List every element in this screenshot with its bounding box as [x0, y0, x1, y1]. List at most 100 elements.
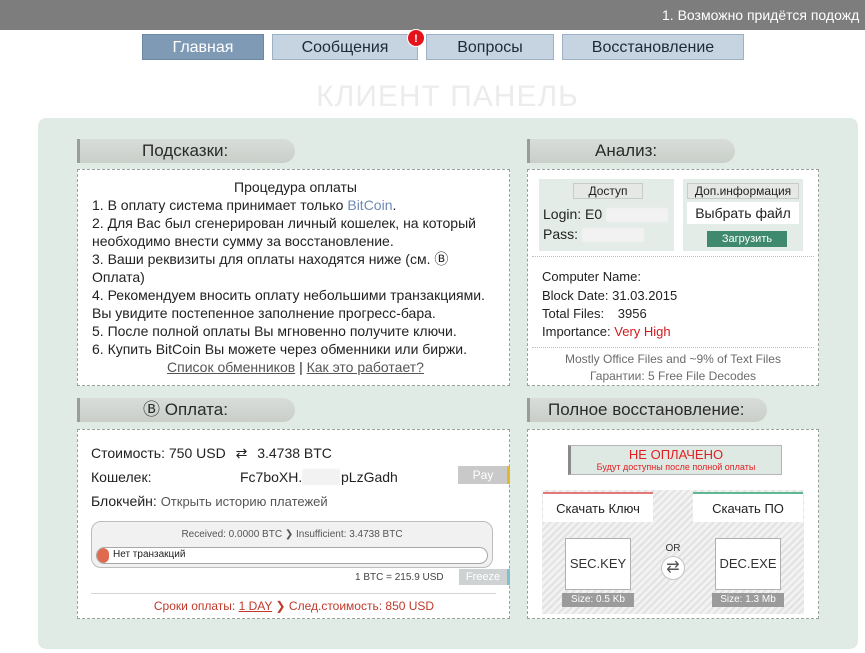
- analysis-divider-2: [532, 347, 814, 348]
- nav-messages-label: Сообщения: [301, 39, 389, 56]
- cost-btc: 3.4738 BTC: [257, 445, 332, 461]
- bitcoin-link[interactable]: BitCoin: [347, 197, 392, 213]
- computer-name-label: Computer Name:: [542, 269, 641, 284]
- pay-button-label: Pay: [472, 468, 494, 482]
- extra-info-head: Доп.информация: [687, 183, 799, 199]
- progress-summary: Received: 0.0000 BTC ❯ Insufficient: 3.4…: [92, 529, 492, 540]
- progress-label: Нет транзакций: [113, 549, 186, 560]
- dec-exe-button[interactable]: DEC.EXE: [715, 538, 781, 590]
- nav-home[interactable]: Главная: [142, 34, 264, 60]
- payment-divider: [91, 593, 496, 594]
- payment-status: НЕ ОПЛАЧЕНО: [628, 447, 724, 462]
- btc-rate: 1 BTC = 215.9 USD: [355, 572, 444, 583]
- sec-key-button[interactable]: SEC.KEY: [565, 538, 631, 590]
- freeze-button[interactable]: Freeze: [459, 569, 507, 585]
- payment-title: Ⓑ Оплата:: [143, 400, 228, 419]
- hint-line-4: 4. Рекомендуем вносить оплату небольшими…: [92, 287, 485, 321]
- hint-line-5: 5. После полной оплаты Вы мгновенно полу…: [92, 323, 457, 339]
- hint-line-1-text: 1. В оплату система принимает только: [92, 197, 348, 213]
- or-label: OR: [665, 543, 681, 554]
- access-block: Доступ Login: E0 Pass:: [539, 179, 674, 251]
- analysis-note-2: Гарантии: 5 Free File Decodes: [589, 369, 757, 383]
- deadline-label: Сроки оплаты:: [153, 599, 236, 613]
- messages-alert-badge: !: [407, 29, 425, 47]
- deadline-value[interactable]: 1 DAY: [239, 599, 273, 613]
- login-value: E0: [585, 206, 603, 222]
- pass-row: Pass:: [543, 226, 644, 243]
- importance-row: Importance: Very High: [542, 324, 671, 339]
- download-exe-label: Скачать ПО: [693, 494, 803, 522]
- hint-line-1-end: .: [392, 197, 397, 213]
- pass-blur: [581, 228, 644, 243]
- links-separator: |: [299, 359, 303, 375]
- importance-value: Very High: [614, 324, 671, 339]
- analysis-title: Анализ:: [595, 141, 658, 160]
- wallet-label: Кошелек:: [91, 469, 152, 485]
- insufficient-value: Insufficient: 3.4738 BTC: [296, 529, 403, 540]
- wallet-blur: [302, 469, 340, 485]
- hint-line-6: 6. Купить BitCoin Вы можете через обменн…: [92, 341, 467, 357]
- chevron-right-icon-2: ❯: [275, 599, 286, 613]
- payment-status-sub: Будут доступны после полной оплаты: [596, 462, 756, 472]
- hints-title: Подсказки:: [142, 141, 229, 160]
- cost-row: Стоимость: 750 USD ⇄ 3.4738 BTC: [91, 445, 332, 462]
- analysis-header: Анализ:: [527, 139, 735, 163]
- analysis-note-1: Mostly Office Files and ~9% of Text File…: [565, 352, 781, 366]
- nav-questions[interactable]: Вопросы: [426, 34, 554, 60]
- ticker-bar: 1. Возможно придётся подожд: [0, 0, 865, 30]
- hint-line-3: 3. Ваши реквизиты для оплаты находятся н…: [92, 251, 449, 285]
- hint-line-1: 1. В оплату система принимает только Bit…: [92, 196, 499, 214]
- exe-size-badge: Size: 1.3 Mb: [712, 593, 784, 607]
- downloads-area: Скачать Ключ SEC.KEY Size: 0.5 Kb OR ⇄ С…: [542, 490, 804, 614]
- total-files-label: Total Files:: [542, 306, 605, 321]
- recovery-header: Полное восстановление:: [527, 398, 767, 422]
- payment-status-banner: НЕ ОПЛАЧЕНО Будут доступны после полной …: [568, 445, 782, 475]
- wallet-part-2: pLzGadh: [341, 469, 398, 485]
- nav-messages[interactable]: Сообщения !: [272, 29, 425, 60]
- next-cost: След.стоимость: 850 USD: [288, 599, 435, 613]
- received-value: Received: 0.0000 BTC: [181, 529, 283, 540]
- block-date-label: Block Date:: [542, 288, 609, 303]
- exchangers-link[interactable]: Список обменников: [167, 359, 295, 375]
- cost-usd: Стоимость: 750 USD: [91, 445, 226, 461]
- payment-header: Ⓑ Оплата:: [77, 398, 295, 422]
- hints-links: Список обменников | Как это работает?: [92, 358, 499, 376]
- pay-button[interactable]: Pay: [458, 466, 508, 484]
- blockchain-label: Блокчейн:: [91, 493, 157, 509]
- block-date-value: 31.03.2015: [612, 288, 678, 303]
- freeze-accent: [507, 569, 510, 585]
- hints-header: Подсказки:: [77, 139, 295, 163]
- key-size-badge: Size: 0.5 Kb: [562, 593, 634, 607]
- how-it-works-link[interactable]: Как это работает?: [307, 359, 424, 375]
- block-date-row: Block Date: 31.03.2015: [542, 288, 677, 303]
- chevron-right-icon: ❯: [284, 529, 294, 540]
- payment-progress: Received: 0.0000 BTC ❯ Insufficient: 3.4…: [91, 521, 493, 568]
- swap-circle-icon: ⇄: [661, 556, 685, 580]
- upload-button[interactable]: Загрузить: [707, 231, 787, 247]
- key-card: Скачать Ключ SEC.KEY Size: 0.5 Kb: [543, 492, 653, 610]
- progress-fill: [97, 548, 109, 563]
- login-label: Login:: [543, 206, 582, 222]
- freeze-button-label: Freeze: [465, 571, 501, 583]
- nav-recovery[interactable]: Восстановление: [562, 34, 744, 60]
- exe-card: Скачать ПО DEC.EXE Size: 1.3 Mb: [693, 492, 803, 610]
- client-panel: Подсказки: Процедура оплаты 1. В оплату …: [38, 118, 858, 649]
- download-key-label: Скачать Ключ: [543, 494, 653, 522]
- analysis-box: Доступ Login: E0 Pass: Доп.информация Вы…: [527, 169, 819, 386]
- pass-label: Pass:: [543, 226, 579, 242]
- ticker-text: 1. Возможно придётся подожд: [662, 7, 860, 23]
- blockchain-history-link[interactable]: Открыть историю платежей: [161, 494, 328, 509]
- deadline-row: Сроки оплаты: 1 DAY ❯ След.стоимость: 85…: [78, 599, 510, 613]
- analysis-divider: [532, 256, 814, 257]
- choose-file-button[interactable]: Выбрать файл: [687, 202, 799, 224]
- payment-box: Стоимость: 750 USD ⇄ 3.4738 BTC Кошелек:…: [77, 429, 510, 619]
- hint-line-2: 2. Для Вас был сгенерирован личный кошел…: [92, 215, 476, 249]
- blockchain-row: Блокчейн: Открыть историю платежей: [91, 493, 328, 509]
- login-blur: [606, 208, 669, 223]
- recovery-title: Полное восстановление:: [548, 400, 745, 419]
- access-head: Доступ: [573, 183, 643, 199]
- progress-bar: Нет транзакций: [96, 547, 488, 564]
- total-files-row: Total Files: 3956: [542, 306, 647, 321]
- wallet-part-1: Fc7boXH.: [240, 469, 303, 485]
- extra-info-block: Доп.информация Выбрать файл Загрузить: [683, 179, 803, 251]
